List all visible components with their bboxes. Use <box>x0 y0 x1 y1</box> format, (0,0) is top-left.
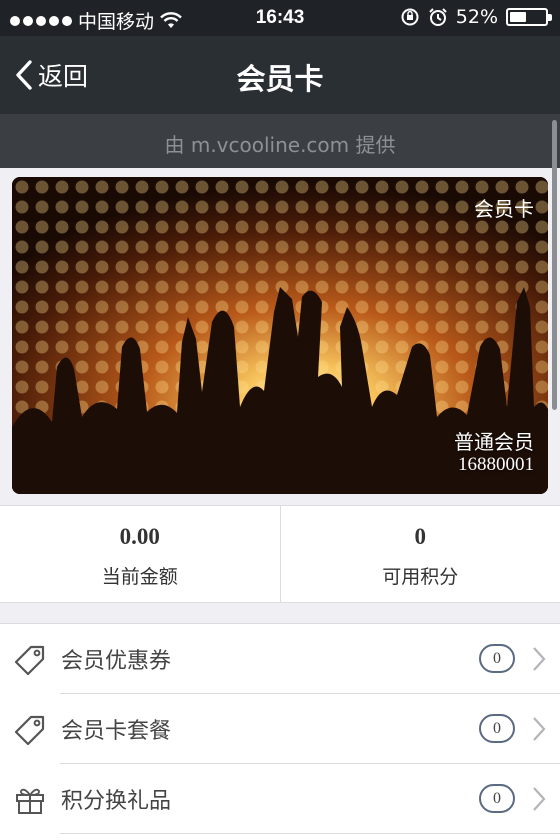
count-badge: 0 <box>479 714 515 743</box>
count-badge: 0 <box>479 644 515 673</box>
status-bar: 中国移动 16:43 52% <box>0 0 560 36</box>
list-item-gifts[interactable]: 积分换礼品 0 <box>0 764 560 834</box>
status-indicators: 52% <box>400 6 552 28</box>
battery-icon <box>506 8 552 26</box>
balance-stat[interactable]: 0.00 当前金额 <box>0 506 280 602</box>
points-label: 可用积分 <box>382 566 459 588</box>
member-benefits-list: 会员优惠券 0 会员卡套餐 0 积分换礼品 0 <box>0 623 560 840</box>
provider-notice: 由 m.vcooline.com 提供 <box>0 114 560 168</box>
scrollbar[interactable] <box>552 120 557 410</box>
tag-icon <box>14 715 45 746</box>
account-stats: 0.00 当前金额 0 可用积分 <box>0 505 560 603</box>
battery-percent: 52% <box>455 6 498 28</box>
points-value: 0 <box>414 524 427 549</box>
chevron-right-icon <box>533 787 546 811</box>
navigation-bar: 返回 会员卡 <box>0 36 560 114</box>
points-stat[interactable]: 0 可用积分 <box>279 506 560 602</box>
battery-level <box>510 12 526 22</box>
chevron-right-icon <box>533 647 546 671</box>
balance-value: 0.00 <box>119 524 160 549</box>
balance-label: 当前金额 <box>101 566 178 588</box>
item-label: 会员卡套餐 <box>61 719 172 744</box>
item-label: 会员优惠券 <box>61 649 172 674</box>
card-title: 会员卡 <box>474 197 534 221</box>
gift-icon <box>16 788 44 814</box>
card-number: 16880001 <box>458 454 534 475</box>
list-item-packages[interactable]: 会员卡套餐 0 <box>0 694 560 764</box>
membership-card[interactable]: 会员卡 普通会员 16880001 <box>12 177 548 494</box>
tag-icon <box>14 645 45 676</box>
membership-level: 普通会员 <box>454 430 534 454</box>
list-item-coupons[interactable]: 会员优惠券 0 <box>0 624 560 694</box>
count-badge: 0 <box>479 784 515 813</box>
page-title: 会员卡 <box>236 62 324 96</box>
item-label: 积分换礼品 <box>61 789 172 814</box>
chevron-right-icon <box>533 717 546 741</box>
alarm-icon <box>429 8 447 26</box>
rotation-lock-icon <box>401 8 419 26</box>
